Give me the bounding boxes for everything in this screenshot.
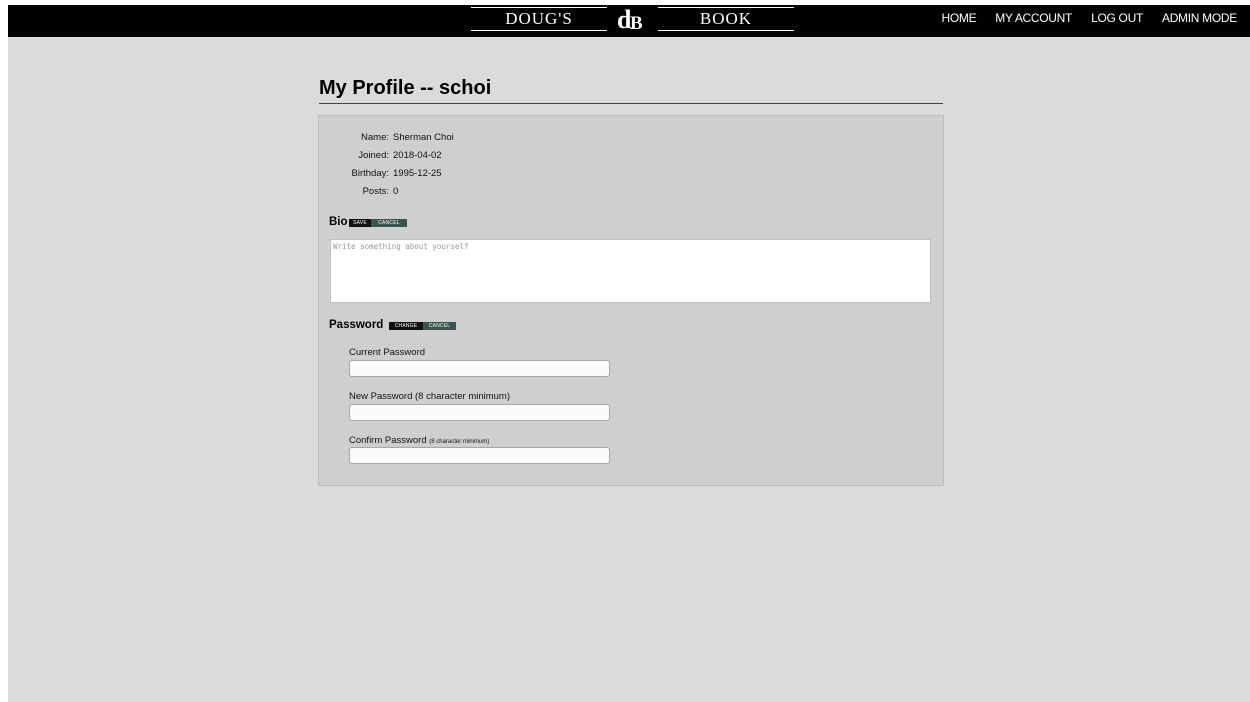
password-heading: Password bbox=[329, 319, 384, 331]
profile-joined-row: Joined: 2018-04-02 bbox=[358, 150, 442, 161]
nav-log-out-link[interactable]: LOG OUT bbox=[1091, 11, 1143, 25]
nav-home-link[interactable]: HOME bbox=[941, 11, 976, 25]
page-title: My Profile -- schoi bbox=[319, 77, 943, 104]
page-background: DOUG'S d B BOOK HOME MY ACCOUNT LOG OUT … bbox=[8, 5, 1250, 702]
profile-posts-row: Posts: 0 bbox=[363, 186, 399, 197]
bio-save-button[interactable]: SAVE bbox=[349, 219, 371, 227]
bio-cancel-button[interactable]: CANCEL bbox=[371, 219, 407, 227]
confirm-password-input[interactable] bbox=[349, 447, 610, 464]
main-nav: HOME MY ACCOUNT LOG OUT ADMIN MODE bbox=[941, 5, 1237, 31]
current-password-label: Current Password bbox=[349, 347, 426, 358]
password-change-button[interactable]: CHANGE bbox=[389, 322, 423, 330]
confirm-password-label: Confirm Password (8 character minimum) bbox=[349, 435, 489, 446]
bio-textarea[interactable] bbox=[330, 239, 931, 303]
logo-mark-b: B bbox=[630, 13, 643, 34]
profile-birthday-value: 1995-12-25 bbox=[393, 168, 442, 179]
profile-posts-value: 0 bbox=[393, 186, 399, 197]
logo-word-book: BOOK bbox=[658, 7, 794, 31]
profile-birthday-label: Birthday: bbox=[351, 168, 390, 179]
top-navigation-bar: DOUG'S d B BOOK HOME MY ACCOUNT LOG OUT … bbox=[8, 5, 1250, 37]
logo-word-dougs: DOUG'S bbox=[471, 7, 607, 31]
profile-joined-value: 2018-04-02 bbox=[393, 150, 442, 161]
confirm-password-label-note: (8 character minimum) bbox=[429, 439, 490, 445]
profile-joined-label: Joined: bbox=[358, 150, 389, 161]
profile-birthday-row: Birthday: 1995-12-25 bbox=[352, 168, 442, 179]
nav-admin-mode-link[interactable]: ADMIN MODE bbox=[1162, 11, 1237, 25]
new-password-label: New Password (8 character minimum) bbox=[349, 391, 511, 402]
profile-name-label: Name: bbox=[361, 132, 389, 143]
current-password-input[interactable] bbox=[349, 360, 610, 377]
new-password-input[interactable] bbox=[349, 404, 610, 421]
password-cancel-button[interactable]: CANCEL bbox=[423, 322, 456, 330]
profile-name-row: Name: Sherman Choi bbox=[361, 132, 454, 143]
logo-mark[interactable]: d B bbox=[613, 5, 653, 34]
profile-posts-label: Posts: bbox=[362, 186, 389, 197]
profile-name-value: Sherman Choi bbox=[393, 132, 454, 143]
bio-heading: Bio bbox=[329, 216, 348, 228]
confirm-password-label-main: Confirm Password bbox=[349, 435, 427, 446]
profile-panel: Name: Sherman Choi Joined: 2018-04-02 Birt… bbox=[318, 115, 944, 486]
nav-my-account-link[interactable]: MY ACCOUNT bbox=[995, 11, 1072, 25]
